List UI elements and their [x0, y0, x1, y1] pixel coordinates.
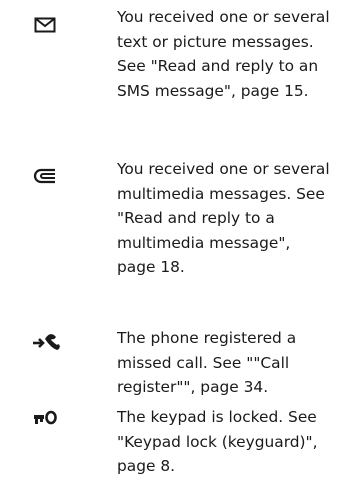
indicator-description: You received one or several multimedia m…	[117, 160, 330, 276]
multimedia-message-icon	[0, 157, 60, 197]
indicator-description: The keypad is locked. See "Keypad lock (…	[117, 408, 318, 475]
envelope-icon	[0, 5, 60, 45]
key-lock-icon	[0, 405, 60, 445]
indicator-description: You received one or several text or pict…	[117, 8, 330, 100]
indicator-description: The phone registered a missed call. See …	[117, 329, 297, 396]
missed-call-icon	[0, 326, 60, 366]
